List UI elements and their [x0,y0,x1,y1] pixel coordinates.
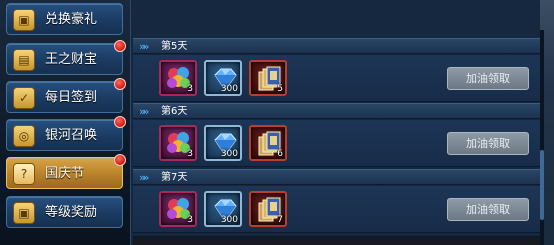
day-reward-row: 3 300 6 加油领取 [133,120,540,167]
notification-badge [114,154,126,166]
gift-box-icon: ▣ [13,9,35,31]
item-count: 3 [187,84,193,94]
item-count: 5 [277,84,283,94]
chevrons-icon: »» [139,171,150,184]
item-count: 3 [187,215,193,225]
scroll-thumb[interactable] [540,150,544,220]
checkin-icon: ✓ [13,87,35,109]
claim-button[interactable]: 加油领取 [447,132,529,155]
day-reward-row: 3 300 5 加油领取 [133,55,540,102]
sidebar-item-label: 等级奖励 [45,205,98,220]
day-label: 第6天 [161,106,188,117]
sidebar-item-label: 兑换豪礼 [45,12,98,27]
panel-top-strip [133,0,540,38]
chevrons-icon: »» [139,40,150,53]
sidebar-item-level-rewards[interactable]: ▣ 等级奖励 [6,196,123,228]
reward-item-diamond[interactable]: 300 [204,125,242,161]
claim-button[interactable]: 加油领取 [447,67,529,90]
item-count: 7 [277,215,283,225]
sidebar-item-label: 国庆节 [45,166,85,181]
gift-box-icon: ▣ [13,202,35,224]
item-count: 6 [277,149,283,159]
sidebar-item-label: 每日签到 [45,90,98,105]
reward-item-diamond[interactable]: 300 [204,191,242,227]
notification-badge [114,40,126,52]
summon-icon: ◎ [13,125,35,147]
item-count: 300 [220,215,238,225]
sidebar-item-summon[interactable]: ◎ 银河召唤 [6,116,126,151]
question-scroll-icon: ? [13,163,35,185]
reward-item-balloons[interactable]: 3 [159,60,197,96]
item-count: 300 [220,84,238,94]
sidebar-item-treasure[interactable]: ▤ 王之财宝 [6,40,126,75]
day-header: »» 第7天 [133,169,540,185]
reward-item-balloons[interactable]: 3 [159,125,197,161]
reward-item-card-pack[interactable]: 6 [249,125,287,161]
day-label: 第5天 [161,41,188,52]
sidebar-item-national-day[interactable]: ? 国庆节 [6,154,126,189]
scrollbar[interactable] [540,30,544,245]
day-reward-row: 3 300 7 加油领取 [133,186,540,233]
day-label: 第7天 [161,172,188,183]
sidebar-item-checkin[interactable]: ✓ 每日签到 [6,78,126,113]
reward-item-diamond[interactable]: 300 [204,60,242,96]
item-count: 300 [220,149,238,159]
day-header: »» 第5天 [133,38,540,54]
reward-item-balloons[interactable]: 3 [159,191,197,227]
day-header: »» 第6天 [133,103,540,119]
panel-bottom-strip [133,236,540,245]
sidebar-item-label: 银河召唤 [45,128,98,143]
reward-item-card-pack[interactable]: 5 [249,60,287,96]
sidebar: ▣ 兑换豪礼 ▤ 王之财宝 ✓ 每日签到 ◎ 银河召唤 ? 国庆节 ▣ 等级奖励 [0,0,130,245]
notification-badge [114,78,126,90]
reward-item-card-pack[interactable]: 7 [249,191,287,227]
claim-button[interactable]: 加油领取 [447,198,529,221]
sidebar-item-exchange[interactable]: ▣ 兑换豪礼 [6,3,123,35]
sidebar-item-label: 王之财宝 [45,52,98,67]
notification-badge [114,116,126,128]
item-count: 3 [187,149,193,159]
treasure-icon: ▤ [13,49,35,71]
chevrons-icon: »» [139,105,150,118]
